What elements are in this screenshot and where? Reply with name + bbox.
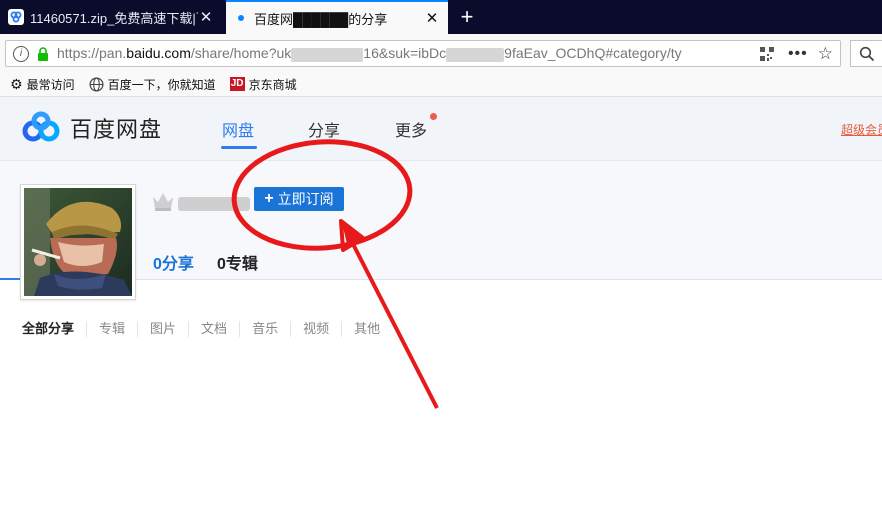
browser-tab-share[interactable]: 百度网██████的分享 ✕ bbox=[226, 0, 448, 34]
info-icon[interactable]: i bbox=[13, 45, 29, 62]
jd-icon: JD bbox=[229, 77, 245, 91]
bookmark-label: 最常访问 bbox=[26, 77, 75, 92]
globe-icon bbox=[89, 77, 104, 91]
tab-title: 11460571.zip_免费高速下载|百 bbox=[30, 10, 198, 26]
bookmark-most-visited[interactable]: ⚙ 最常访问 bbox=[10, 76, 75, 93]
url-domain: baidu.com bbox=[126, 45, 191, 62]
redacted-text bbox=[291, 47, 364, 62]
tab-strip: 11460571.zip_免费高速下载|百 ✕ 百度网██████的分享 ✕ + bbox=[0, 0, 882, 34]
crown-icon bbox=[153, 193, 173, 211]
nav-more[interactable]: 更多 bbox=[395, 117, 427, 141]
bookmark-baidu[interactable]: 百度一下，你就知道 bbox=[89, 76, 216, 93]
redacted-text bbox=[446, 47, 505, 62]
bookmark-label: 百度一下，你就知道 bbox=[107, 77, 216, 92]
bookmark-star-icon[interactable]: ☆ bbox=[818, 44, 833, 64]
url-mid1: 16&suk=ibDc bbox=[363, 45, 447, 62]
avatar[interactable] bbox=[20, 184, 136, 300]
category-music[interactable]: 音乐 bbox=[239, 321, 290, 337]
album-label: 专辑 bbox=[225, 256, 258, 273]
share-label: 分享 bbox=[161, 256, 194, 273]
super-vip-link[interactable]: 超级会员 bbox=[841, 121, 882, 138]
qr-code-icon[interactable] bbox=[759, 46, 774, 61]
url-mid2: 9faEav_OCDhQ#category/ty bbox=[504, 45, 682, 62]
baidu-cloud-favicon bbox=[8, 9, 24, 25]
share-count: 0 bbox=[153, 256, 162, 273]
address-bar[interactable]: i https://pan.baidu.com/share/home?uk 16&… bbox=[5, 40, 841, 67]
logo-text: 百度网盘 bbox=[70, 117, 163, 142]
baidu-netdisk-logo[interactable]: 百度网盘 bbox=[20, 111, 162, 145]
subscribe-button[interactable]: + 立即订阅 bbox=[254, 187, 344, 211]
cloud-logo-icon bbox=[22, 111, 60, 142]
category-album[interactable]: 专辑 bbox=[86, 321, 137, 337]
notification-dot bbox=[430, 113, 437, 120]
bookmark-jd[interactable]: JD 京东商城 bbox=[229, 76, 297, 93]
share-count-tab[interactable]: 0分享 bbox=[153, 250, 194, 274]
close-icon[interactable]: ✕ bbox=[424, 9, 440, 27]
loading-dot-icon bbox=[238, 15, 244, 21]
redacted-username bbox=[178, 197, 250, 211]
category-video[interactable]: 视频 bbox=[290, 321, 341, 337]
profile-accent-bar bbox=[0, 278, 20, 280]
lock-icon bbox=[38, 46, 48, 61]
site-header: 百度网盘 网盘 分享 更多 超级会员 bbox=[0, 97, 882, 161]
category-all[interactable]: 全部分享 bbox=[22, 321, 86, 337]
subscribe-label: 立即订阅 bbox=[277, 191, 334, 207]
category-image[interactable]: 图片 bbox=[137, 321, 188, 337]
url-text: https://pan.baidu.com/share/home?uk 16&su… bbox=[57, 45, 760, 62]
category-document[interactable]: 文档 bbox=[188, 321, 239, 337]
category-other[interactable]: 其他 bbox=[341, 321, 392, 337]
bookmark-label: 京东商城 bbox=[248, 77, 297, 92]
tab-title: 百度网██████的分享 bbox=[254, 11, 388, 27]
close-icon[interactable]: ✕ bbox=[198, 8, 214, 26]
search-icon bbox=[859, 46, 875, 62]
album-count-tab[interactable]: 0专辑 bbox=[217, 250, 258, 274]
url-prefix: https://pan. bbox=[57, 45, 127, 62]
category-filter: 全部分享 专辑 图片 文档 音乐 视频 其他 bbox=[22, 321, 392, 337]
avatar-image bbox=[24, 188, 132, 296]
active-nav-indicator bbox=[221, 146, 257, 149]
plus-icon: + bbox=[264, 190, 274, 207]
browser-tab-download[interactable]: 11460571.zip_免费高速下载|百 ✕ bbox=[0, 0, 222, 34]
page-actions-menu-icon[interactable]: ••• bbox=[788, 45, 808, 63]
nav-share[interactable]: 分享 bbox=[308, 117, 340, 141]
bookmarks-toolbar: ⚙ 最常访问 百度一下，你就知道 JD 京东商城 bbox=[0, 72, 882, 97]
url-path: /share/home?uk bbox=[190, 45, 292, 62]
new-tab-plus-icon[interactable]: + bbox=[454, 2, 480, 32]
nav-netdisk[interactable]: 网盘 bbox=[222, 117, 254, 141]
navigation-bar: i https://pan.baidu.com/share/home?uk 16&… bbox=[0, 34, 882, 73]
album-count: 0 bbox=[217, 256, 226, 273]
gear-icon: ⚙ bbox=[10, 75, 23, 92]
search-box[interactable] bbox=[850, 40, 882, 67]
